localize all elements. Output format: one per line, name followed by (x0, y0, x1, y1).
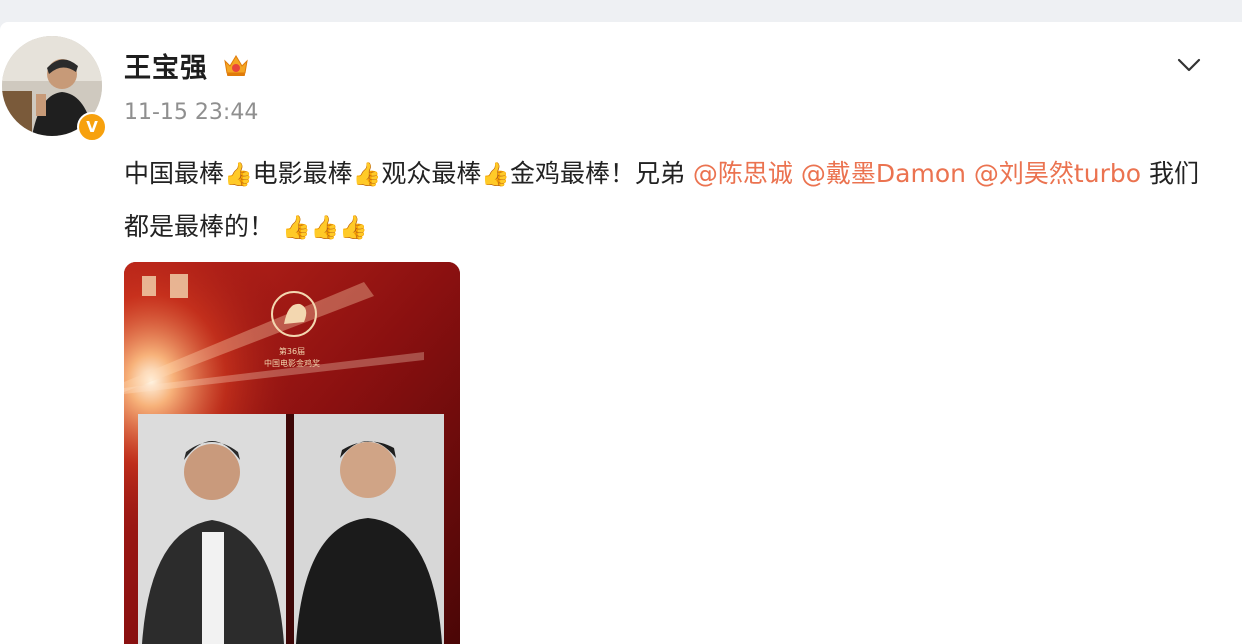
text-segment: 观众最棒 (381, 159, 482, 188)
post-text: 中国最棒👍电影最棒👍观众最棒👍金鸡最棒！兄弟 @陈思诚 @戴墨Damon @刘昊… (124, 148, 1204, 254)
poster-line2: 中国电影金鸡奖 (264, 358, 320, 368)
verified-badge-icon: V (77, 112, 107, 142)
crown-icon (224, 55, 248, 76)
text-segment: 金鸡最棒！兄弟 (509, 159, 693, 188)
mention-link[interactable]: @陈思诚 (693, 159, 793, 188)
poster-line1: 第36届 (279, 346, 305, 356)
post-timestamp[interactable]: 11-15 23:44 (124, 100, 258, 125)
text-segment (793, 159, 801, 188)
text-segment (966, 159, 974, 188)
post-image[interactable]: 第36届 中国电影金鸡奖 (124, 262, 460, 644)
text-segment: 电影最棒 (252, 159, 353, 188)
thumbs-up-icon: 👍 (481, 162, 510, 188)
thumbs-up-icon: 👍👍👍 (281, 215, 368, 241)
chevron-down-icon[interactable] (1176, 56, 1202, 74)
text-segment: 中国最棒 (124, 159, 225, 188)
thumbs-up-icon: 👍 (352, 162, 382, 188)
username[interactable]: 王宝强 (124, 46, 208, 85)
mention-link[interactable]: @戴墨Damon (801, 159, 966, 188)
mention-link[interactable]: @刘昊然turbo (974, 159, 1141, 188)
thumbs-up-icon: 👍 (224, 162, 253, 188)
